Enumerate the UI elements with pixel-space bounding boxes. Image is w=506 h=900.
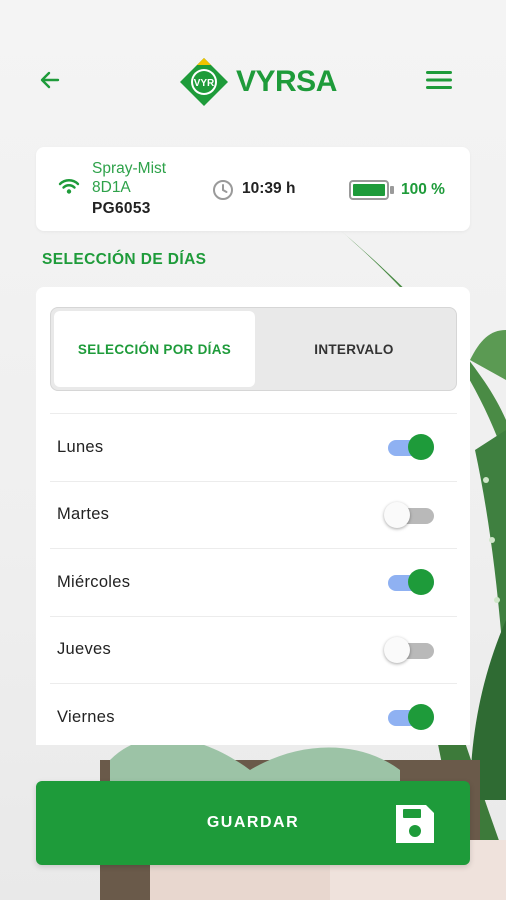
day-label: Viernes <box>57 707 115 726</box>
day-row-lunes: Lunes <box>50 413 457 481</box>
day-label: Miércoles <box>57 572 131 591</box>
top-bar: VYR VYRSA <box>0 50 506 114</box>
toggle-viernes[interactable] <box>384 704 434 731</box>
battery-percent: 100 % <box>401 181 445 198</box>
mode-tabs: SELECCIÓN POR DÍAS INTERVALO <box>50 307 457 391</box>
battery-icon <box>349 180 394 200</box>
vyrsa-logo: VYR VYRSA <box>178 54 337 110</box>
vyrsa-logo-mark: VYR <box>180 58 228 106</box>
toggle-lunes[interactable] <box>384 434 434 461</box>
tab-seleccion-por-dias[interactable]: SELECCIÓN POR DÍAS <box>54 311 255 387</box>
tab-intervalo[interactable]: INTERVALO <box>255 311 453 387</box>
day-selection-card: SELECCIÓN POR DÍAS INTERVALO Lunes Marte… <box>36 287 470 745</box>
hamburger-menu-icon <box>426 71 452 89</box>
floppy-disk-icon <box>396 805 434 843</box>
device-time: 10:39 h <box>242 180 296 197</box>
day-label: Lunes <box>57 437 104 456</box>
day-row-jueves: Jueves <box>50 615 457 684</box>
device-info-card: Spray-Mist 8D1A PG6053 10:39 h 100 % <box>36 147 470 231</box>
day-label: Martes <box>57 505 110 524</box>
clock-icon <box>213 180 233 200</box>
toggle-miercoles[interactable] <box>384 569 434 596</box>
device-id: PG6053 <box>92 200 151 217</box>
save-button[interactable]: GUARDAR <box>36 781 470 865</box>
menu-button[interactable] <box>424 68 460 98</box>
day-row-martes: Martes <box>50 480 457 549</box>
toggle-martes[interactable] <box>384 501 434 528</box>
days-list: Lunes Martes Miércoles Jueves Viernes <box>50 413 457 745</box>
day-label: Jueves <box>57 640 112 659</box>
back-button[interactable] <box>34 64 66 96</box>
section-title: SELECCIÓN DE DÍAS <box>42 251 207 268</box>
device-name: Spray-Mist 8D1A <box>92 160 167 196</box>
day-row-viernes: Viernes <box>50 683 457 745</box>
wifi-icon <box>58 179 80 194</box>
day-row-miercoles: Miércoles <box>50 548 457 616</box>
arrow-left-icon <box>40 71 60 89</box>
brand-name: VYRSA <box>236 65 337 98</box>
toggle-jueves[interactable] <box>384 636 434 663</box>
svg-text:VYR: VYR <box>194 78 215 89</box>
